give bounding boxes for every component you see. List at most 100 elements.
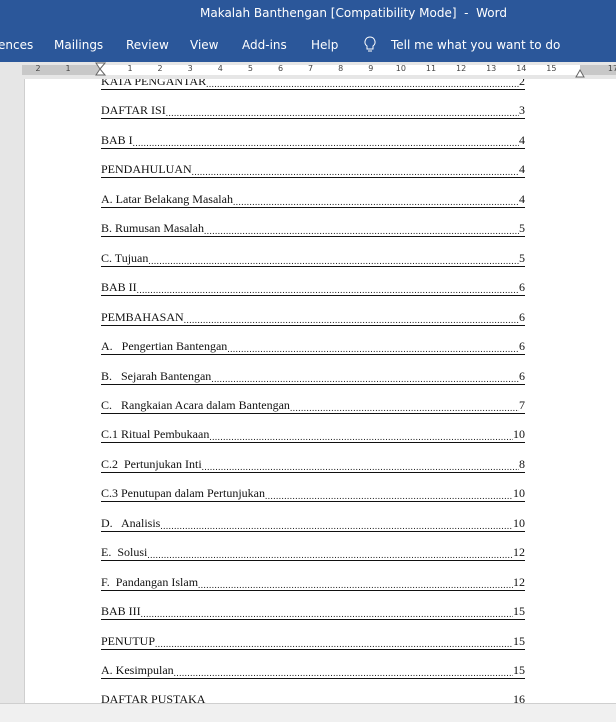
toc-entry-page: 12	[513, 545, 525, 560]
tab-help[interactable]: Help	[311, 38, 338, 52]
toc-entry-page: 16	[513, 692, 525, 703]
toc-leader: ........................................…	[160, 520, 513, 531]
document-page[interactable]: KATA PENGANTAR..........................…	[24, 79, 616, 703]
toc-entry-title: C.1 Ritual Pembukaan	[101, 427, 210, 442]
toc-leader: ........................................…	[148, 255, 519, 266]
toc-entry-title: BAB I	[101, 132, 133, 147]
ruler-label: 3	[187, 64, 193, 73]
toc-entry[interactable]: PEMBAHASAN..............................…	[101, 309, 525, 326]
horizontal-ruler[interactable]: 2 1 1 2 3 4 5 6 7 8 9 10 11 12 13 14 15 17	[0, 62, 616, 79]
toc-entry[interactable]: C.3 Penutupan dalam Pertunjukan.........…	[101, 485, 525, 503]
window-title: Makalah Banthengan [Compatibility Mode] …	[200, 6, 507, 20]
toc-leader: ........................................…	[289, 402, 519, 413]
toc-entry-title: A. Pengertian Bantengan	[101, 339, 228, 354]
toc-entry-title: D. Analisis	[101, 515, 161, 530]
toc-leader: ........................................…	[136, 285, 519, 296]
toc-entry[interactable]: KATA PENGANTAR..........................…	[101, 79, 525, 90]
toc-entry-title: E. Solusi	[101, 545, 148, 560]
tab-mailings[interactable]: Mailings	[54, 38, 103, 52]
tab-references[interactable]: ences	[0, 38, 33, 52]
ruler-label: 4	[217, 64, 223, 73]
tab-review[interactable]: Review	[126, 38, 169, 52]
toc-leader: ........................................…	[204, 226, 519, 237]
toc-entry[interactable]: A. Pengertian Bantengan.................…	[101, 338, 525, 356]
toc-entry-page: 6	[519, 339, 525, 354]
toc-entry-page: 10	[513, 486, 525, 501]
toc-entry-title: C. Tujuan	[101, 250, 149, 265]
ruler-label: 5	[247, 64, 253, 73]
toc-entry[interactable]: BAB I...................................…	[101, 132, 525, 149]
toc-entry-page: 4	[519, 162, 525, 177]
toc-leader: ........................................…	[132, 137, 519, 148]
right-indent-marker[interactable]	[575, 69, 585, 78]
toc-entry-page: 12	[513, 574, 525, 589]
toc-entry[interactable]: A. Kesimpulan...........................…	[101, 662, 525, 679]
toc-entry[interactable]: PENDAHULUAN.............................…	[101, 161, 525, 179]
toc-entry[interactable]: C.2 Pertunjukan Inti....................…	[101, 456, 525, 473]
status-area	[0, 703, 616, 722]
toc-entry-page: 15	[513, 633, 525, 648]
toc-leader: ........................................…	[147, 550, 513, 561]
toc-entry-page: 4	[519, 191, 525, 206]
toc-entry-page: 7	[519, 397, 525, 412]
ruler-label: 9	[368, 64, 374, 73]
toc-entry[interactable]: C. Tujuan...............................…	[101, 250, 525, 267]
toc-entry[interactable]: A. Latar Belakang Masalah...............…	[101, 191, 525, 208]
toc-leader: ........................................…	[140, 609, 513, 620]
toc-entry-title: F. Pandangan Islam	[101, 574, 199, 589]
toc-entry-page: 5	[519, 221, 525, 236]
toc-entry-page: 10	[513, 427, 525, 442]
toc-entry[interactable]: B. Sejarah Bantengan....................…	[101, 368, 525, 385]
toc-entry[interactable]: PENUTUP.................................…	[101, 633, 525, 650]
toc-entry-page: 6	[519, 280, 525, 295]
toc-entry-title: BAB III	[101, 604, 141, 619]
toc-leader: ........................................…	[201, 461, 519, 472]
toc-entry[interactable]: BAB III.................................…	[101, 603, 525, 621]
ruler-label: 2	[35, 64, 41, 73]
tab-add-ins[interactable]: Add-ins	[242, 38, 287, 52]
toc-entry-page: 8	[519, 456, 525, 471]
toc-entry-title: KATA PENGANTAR	[101, 79, 207, 88]
toc-entry-page: 6	[519, 309, 525, 324]
toc-entry[interactable]: C.1 Ritual Pembukaan....................…	[101, 426, 525, 444]
ruler-label: 6	[277, 64, 284, 73]
toc-entry[interactable]: DAFTAR ISI..............................…	[101, 102, 525, 120]
lightbulb-icon	[364, 36, 376, 52]
indent-marker[interactable]	[95, 62, 106, 79]
toc-leader: ........................................…	[198, 579, 513, 590]
toc-entry-title: A. Kesimpulan	[101, 663, 174, 677]
toc-entry[interactable]: DAFTAR PUSTAKA..........................…	[101, 691, 525, 703]
toc-leader: ........................................…	[191, 167, 519, 178]
ruler-label: 11	[425, 64, 437, 73]
toc-entry[interactable]: B. Rumusan Masalah......................…	[101, 220, 525, 238]
toc-leader: ........................................…	[206, 79, 519, 89]
toc-entry[interactable]: D. Analisis.............................…	[101, 515, 525, 532]
toc-entry[interactable]: F. Pandangan Islam......................…	[101, 574, 525, 591]
toc-entry-title: C.3 Penutupan dalam Pertunjukan	[101, 486, 265, 501]
ruler-label: 1	[127, 64, 133, 73]
toc-entry-page: 2	[519, 79, 525, 88]
toc-leader: ........................................…	[227, 344, 519, 355]
toc-entry[interactable]: C. Rangkaian Acara dalam Bantengan......…	[101, 397, 525, 414]
toc-entry-title: B. Sejarah Bantengan	[101, 368, 212, 383]
toc-entry-title: PENUTUP	[101, 633, 156, 648]
tab-view[interactable]: View	[190, 38, 218, 52]
toc-entry-title: A. Latar Belakang Masalah	[101, 191, 233, 206]
ruler-label: 2	[157, 64, 163, 73]
toc-leader: ........................................…	[264, 491, 513, 502]
toc-leader: ........................................…	[155, 638, 513, 649]
ruler-label: 1	[65, 64, 71, 73]
toc-leader: ........................................…	[165, 108, 519, 119]
ruler-label: 7	[308, 64, 314, 73]
toc-entry-title: DAFTAR ISI	[101, 103, 166, 118]
tell-me-search[interactable]: Tell me what you want to do	[391, 38, 560, 52]
toc-entry-title: B. Rumusan Masalah	[101, 221, 204, 236]
ruler-label: 17	[607, 64, 616, 73]
toc-entry-page: 3	[519, 103, 525, 118]
toc-entry[interactable]: BAB II..................................…	[101, 279, 525, 297]
ribbon-tabs: ences Mailings Review View Add-ins Help …	[0, 30, 616, 62]
toc-entry[interactable]: E. Solusi...............................…	[101, 544, 525, 562]
ruler-label: 12	[456, 64, 467, 73]
ruler-label: 14	[516, 64, 527, 73]
toc-entry-title: C.2 Pertunjukan Inti	[101, 456, 202, 471]
